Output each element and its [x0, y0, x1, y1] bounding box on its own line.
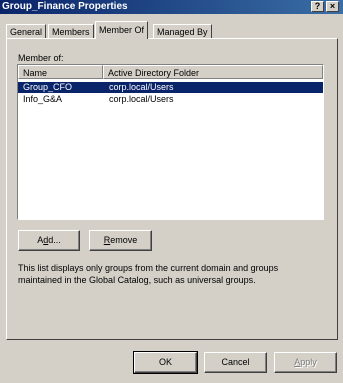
column-header-folder[interactable]: Active Directory Folder [103, 65, 323, 79]
group-name: Group_CFO [23, 82, 73, 92]
group-folder: corp.local/Users [109, 82, 174, 92]
apply-button[interactable]: Apply [274, 352, 337, 373]
title-bar[interactable]: Group_Finance Properties ? × [0, 0, 343, 14]
add-button[interactable]: Add... [18, 230, 80, 251]
member-of-list[interactable]: Name Active Directory Folder Group_CFO c… [17, 64, 324, 220]
tab-managed-by[interactable]: Managed By [153, 24, 212, 38]
cancel-button[interactable]: Cancel [204, 352, 267, 373]
description-text: This list displays only groups from the … [18, 263, 279, 285]
member-of-label: Member of: [18, 53, 64, 63]
list-item[interactable]: Group_CFO corp.local/Users [18, 82, 323, 93]
help-button[interactable]: ? [311, 1, 324, 12]
window-title: Group_Finance Properties [2, 1, 128, 12]
remove-button[interactable]: Remove [89, 230, 152, 251]
ok-button[interactable]: OK [133, 351, 198, 374]
list-item[interactable]: Info_G&A corp.local/Users [18, 94, 323, 105]
group-name: Info_G&A [23, 94, 63, 104]
tab-general[interactable]: General [6, 24, 47, 38]
tab-member-of[interactable]: Member Of [95, 21, 149, 39]
column-header-name[interactable]: Name [18, 65, 103, 79]
close-icon[interactable]: × [326, 1, 339, 12]
group-folder: corp.local/Users [109, 94, 174, 104]
tab-members[interactable]: Members [48, 24, 94, 38]
